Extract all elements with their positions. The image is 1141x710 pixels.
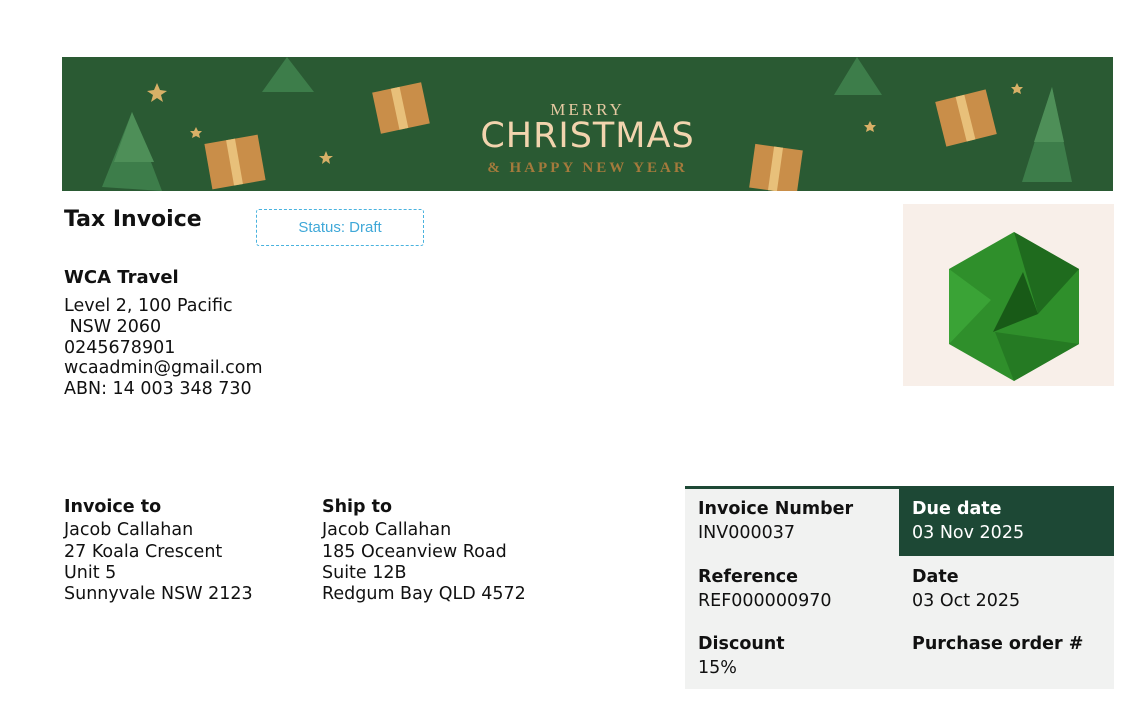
invoice-to-line: Jacob Callahan [64,520,194,541]
company-logo [903,204,1114,386]
christmas-banner: MERRY CHRISTMAS & HAPPY NEW YEAR [62,57,1113,191]
status-badge: Status: Draft [256,209,424,246]
company-name: WCA Travel [64,267,179,288]
due-date-label: Due date [912,499,1002,519]
ship-to-heading: Ship to [322,497,393,517]
company-email: wcaadmin@gmail.com [64,358,263,379]
invoice-to-line: 27 Koala Crescent [64,541,223,562]
ship-to-line: Jacob Callahan [322,520,452,541]
invoice-details-panel: Invoice Number INV000037 Due date 03 Nov… [685,486,1114,689]
banner-new-year-text: & HAPPY NEW YEAR [487,160,688,176]
purchase-order-cell: Purchase order # [912,632,1083,656]
discount-label: Discount [698,634,785,654]
reference-label: Reference [698,567,799,587]
invoice-number-value: INV000037 [698,523,796,543]
invoice-number-label: Invoice Number [698,499,854,519]
purchase-order-label: Purchase order # [912,634,1084,654]
ship-to-block: Ship to Jacob Callahan 185 Oceanview Roa… [322,497,526,605]
company-address: Level 2, 100 Pacific NSW 2060 0245678901… [64,296,263,400]
christmas-tree-icon [834,57,882,95]
company-address-line: NSW 2060 [64,316,162,337]
due-date-value: 03 Nov 2025 [912,523,1025,543]
invoice-to-line: Unit 5 [64,562,117,583]
reference-cell: Reference REF000000970 [698,565,832,613]
page-title: Tax Invoice [64,207,202,232]
company-phone: 0245678901 [64,337,176,358]
reference-value: REF000000970 [698,591,832,611]
due-date-cell: Due date 03 Nov 2025 [912,497,1024,545]
invoice-to-line: Sunnyvale NSW 2123 [64,584,253,605]
ship-to-line: Redgum Bay QLD 4572 [322,584,526,605]
date-value: 03 Oct 2025 [912,591,1021,611]
invoice-to-heading: Invoice to [64,497,162,517]
christmas-tree-icon [262,57,314,92]
discount-value: 15% [698,658,737,678]
hexagon-logo-icon [949,232,1079,381]
discount-cell: Discount 15% [698,632,785,680]
company-address-line: Level 2, 100 Pacific [64,296,233,316]
date-cell: Date 03 Oct 2025 [912,565,1020,613]
ship-to-line: 185 Oceanview Road [322,541,507,562]
company-abn: ABN: 14 003 348 730 [64,379,252,400]
invoice-number-cell: Invoice Number INV000037 [698,497,853,545]
banner-christmas-text: CHRISTMAS [480,116,695,156]
invoice-to-block: Invoice to Jacob Callahan 27 Koala Cresc… [64,497,253,605]
date-label: Date [912,567,959,587]
ship-to-line: Suite 12B [322,562,407,583]
